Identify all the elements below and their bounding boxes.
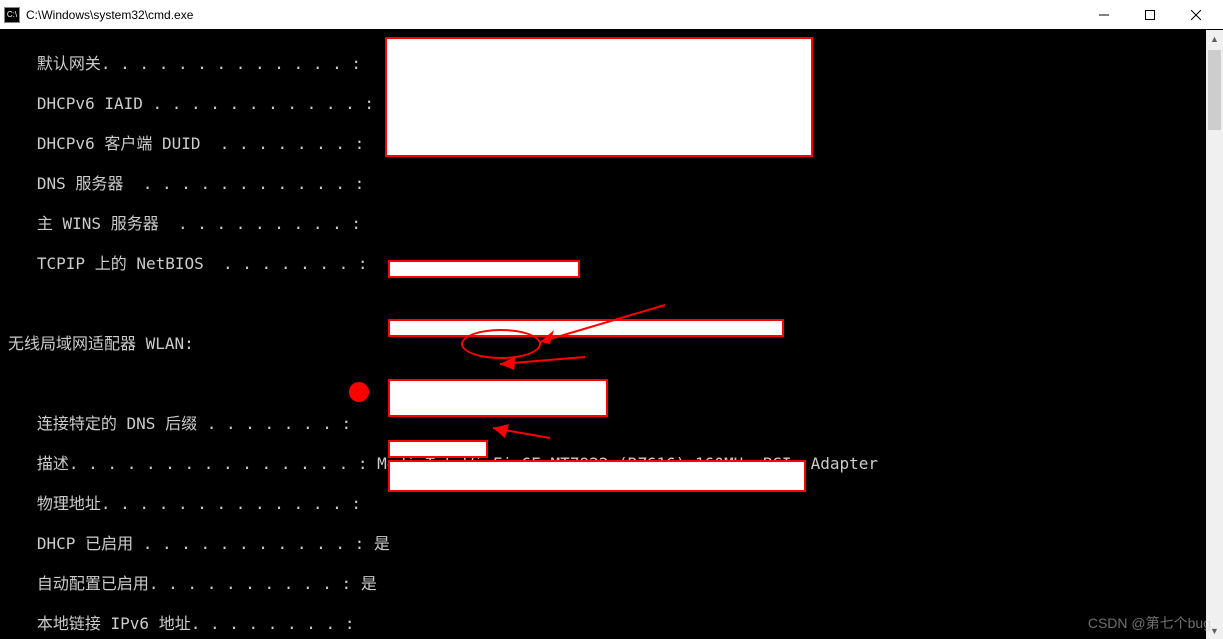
line-dhcp-enabled: DHCP 已启用 . . . . . . . . . . . : 是 <box>8 534 1215 554</box>
redaction-box-dhcpv6 <box>388 460 806 492</box>
line-wins-server: 主 WINS 服务器 . . . . . . . . . : <box>8 214 1215 234</box>
blank-line <box>8 294 1215 314</box>
redaction-box-ipv6 <box>388 319 784 337</box>
scroll-thumb[interactable] <box>1208 50 1221 130</box>
line-autoconfig: 自动配置已启用. . . . . . . . . . : 是 <box>8 574 1215 594</box>
maximize-button[interactable] <box>1127 0 1173 30</box>
adapter-wlan-header: 无线局域网适配器 WLAN: <box>8 334 1215 354</box>
close-button[interactable] <box>1173 0 1219 30</box>
cmd-icon: C:\ <box>4 7 20 23</box>
scroll-up-button[interactable]: ▲ <box>1206 30 1223 47</box>
minimize-button[interactable] <box>1081 0 1127 30</box>
watermark: CSDN @第七个bug <box>1088 613 1211 633</box>
window-title-bar: C:\ C:\Windows\system32\cmd.exe <box>0 0 1223 30</box>
redaction-box-1 <box>385 37 813 157</box>
line-physical-address: 物理地址. . . . . . . . . . . . . : <box>8 494 1215 514</box>
redaction-box-lease <box>388 379 608 417</box>
redaction-box-physical-addr <box>388 260 580 278</box>
line-dns-suffix: 连接特定的 DNS 后缀 . . . . . . . : <box>8 414 1215 434</box>
blank-line <box>8 374 1215 394</box>
value-dhcp-enabled: 是 <box>374 534 390 553</box>
vertical-scrollbar[interactable]: ▲ ▼ <box>1206 30 1223 639</box>
redaction-box-dhcp-server <box>388 440 488 458</box>
value-autoconfig: 是 <box>361 574 377 593</box>
window-controls <box>1081 0 1219 30</box>
line-link-local-ipv6: 本地链接 IPv6 地址. . . . . . . . : <box>8 614 1215 634</box>
window-title: C:\Windows\system32\cmd.exe <box>26 8 1081 22</box>
line-netbios-1: TCPIP 上的 NetBIOS . . . . . . . : <box>8 254 1215 274</box>
line-dns-servers-1: DNS 服务器 . . . . . . . . . . . : <box>8 174 1215 194</box>
